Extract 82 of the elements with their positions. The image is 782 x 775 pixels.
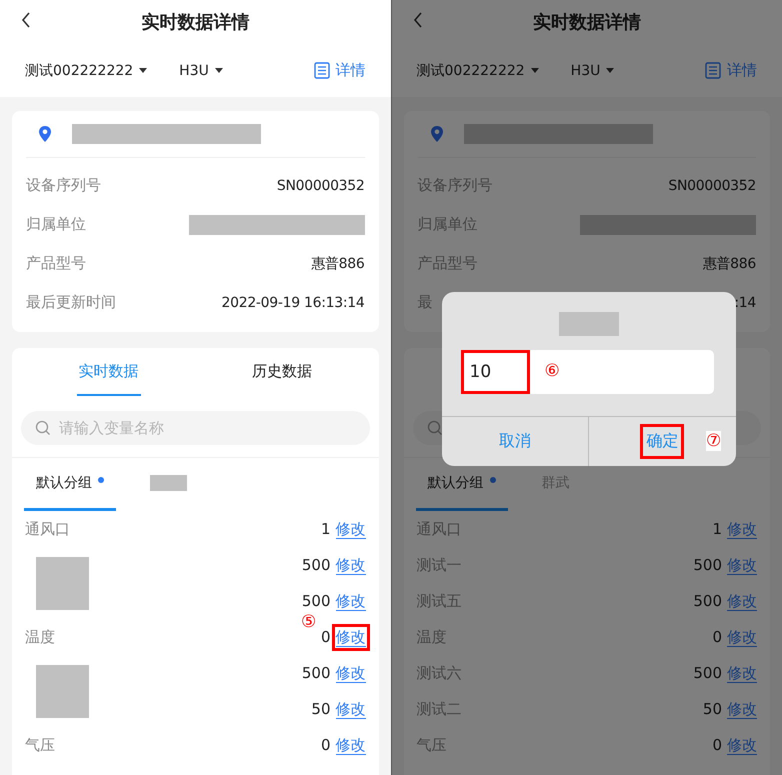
variable-value: 0: [712, 628, 722, 646]
field-value: 惠普886: [311, 254, 364, 272]
detail-link[interactable]: 详情: [705, 61, 757, 80]
field-label: 产品型号: [418, 254, 478, 273]
redaction-block: [150, 475, 187, 491]
edit-link[interactable]: 修改: [727, 736, 757, 754]
step-number: ⑤: [300, 612, 316, 632]
dialog-button[interactable]: 确定: [646, 427, 678, 456]
field-label: 设备序列号: [26, 176, 101, 195]
location-pin-icon: [430, 125, 444, 143]
caret-icon: [214, 68, 223, 74]
field-value: 2022-09-19 16:13:14: [222, 294, 364, 310]
variable-value: 500: [693, 664, 722, 682]
variable-name: 通风口: [416, 520, 462, 538]
field-label: 最后更新时间: [26, 293, 116, 312]
caret-icon: [139, 68, 148, 74]
variable-value: 500: [302, 556, 330, 574]
field-label: 最: [418, 293, 432, 312]
field-value: SN00000352: [276, 178, 364, 194]
edit-link[interactable]: 修改: [727, 628, 757, 646]
redaction-block: [36, 556, 89, 610]
variable-value: 500: [302, 664, 330, 682]
edit-link[interactable]: 修改: [727, 592, 757, 610]
field-label: 归属单位: [26, 215, 86, 234]
variable-name: 测试一: [416, 556, 462, 574]
variable-value: 500: [302, 592, 330, 610]
variable-name: 测试二: [416, 700, 462, 718]
device-dropdown[interactable]: 测试002222222: [25, 62, 148, 80]
variable-value: 50: [311, 700, 330, 718]
field-value: SN00000352: [668, 178, 756, 194]
edit-link[interactable]: 修改: [336, 628, 366, 646]
variable-value: 0: [712, 736, 722, 754]
tab[interactable]: 实时数据: [76, 348, 141, 396]
dialog-button[interactable]: 取消: [498, 427, 531, 456]
search-icon: [35, 420, 51, 436]
variable-value: 1: [320, 520, 330, 538]
variable-value: 50: [702, 700, 722, 718]
redaction-block: [36, 664, 89, 718]
list-icon: [314, 62, 330, 79]
variable-value: 0: [320, 628, 330, 646]
search-icon: [426, 420, 442, 436]
edit-link[interactable]: 修改: [727, 700, 757, 718]
variable-name: 测试五: [416, 592, 462, 610]
page-title: 实时数据详情: [141, 11, 250, 34]
back-icon[interactable]: [20, 11, 32, 29]
field-value: 惠普886: [702, 254, 756, 272]
variable-value: 1: [712, 520, 722, 538]
variable-name: 温度: [416, 628, 446, 646]
field-label: 归属单位: [418, 215, 478, 234]
edit-link[interactable]: 修改: [727, 556, 757, 574]
model-dropdown[interactable]: H3U: [179, 62, 223, 78]
variable-name: 温度: [25, 628, 55, 646]
variable-value: 0: [320, 736, 330, 754]
detail-link[interactable]: 详情: [314, 61, 366, 80]
edit-link[interactable]: 修改: [727, 664, 757, 682]
variable-name: 气压: [416, 736, 446, 754]
caret-icon: [606, 68, 614, 74]
device-dropdown[interactable]: 测试002222222: [416, 62, 539, 80]
edit-link[interactable]: 修改: [336, 556, 366, 574]
field-label: 产品型号: [26, 254, 86, 273]
edit-link[interactable]: 修改: [336, 520, 366, 538]
step-number: ⑦: [706, 431, 722, 451]
field-label: 设备序列号: [418, 176, 492, 195]
edit-link[interactable]: 修改: [336, 700, 366, 718]
variable-value: 500: [693, 556, 722, 574]
edit-link[interactable]: 修改: [336, 736, 366, 754]
tab[interactable]: 历史数据: [250, 348, 314, 396]
group-tab[interactable]: 默认分组: [24, 458, 116, 511]
field-value: :14: [734, 294, 756, 310]
caret-icon: [530, 68, 539, 74]
page-title: 实时数据详情: [532, 11, 641, 34]
edit-link[interactable]: 修改: [336, 664, 366, 682]
input-field[interactable]: 10 ⑥: [460, 350, 714, 394]
variable-name: 通风口: [25, 520, 70, 538]
model-dropdown[interactable]: H3U: [570, 62, 614, 78]
location-pin-icon: [38, 125, 52, 143]
variable-name: 气压: [25, 736, 55, 754]
variable-name: 测试六: [416, 664, 462, 682]
edit-link[interactable]: 修改: [336, 592, 366, 610]
variable-value: 500: [693, 592, 722, 610]
edit-link[interactable]: 修改: [727, 520, 757, 538]
list-icon: [705, 62, 721, 79]
